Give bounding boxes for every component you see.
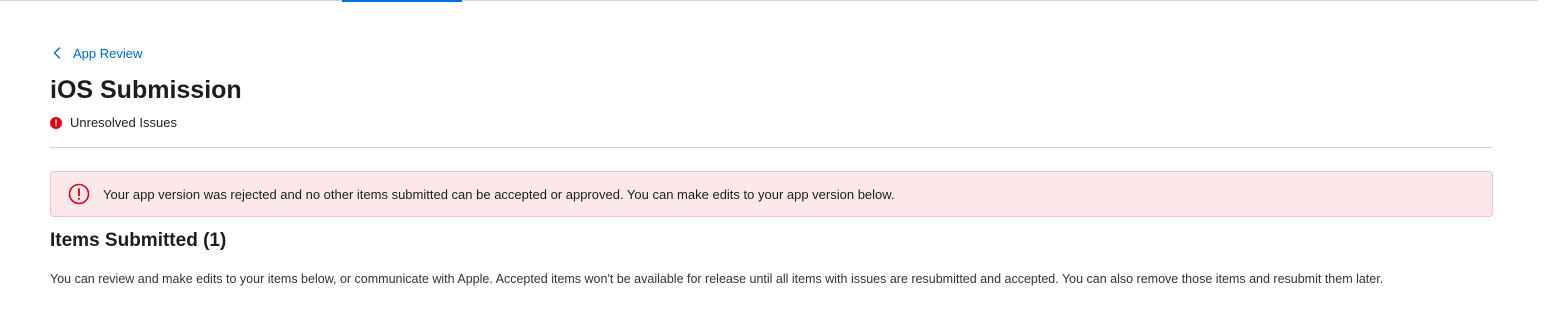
submission-status: ! Unresolved Issues [50, 115, 177, 130]
alert-circle-icon [68, 183, 90, 205]
error-icon: ! [50, 116, 62, 129]
rejection-alert-banner: Your app version was rejected and no oth… [50, 171, 1493, 217]
items-submitted-heading: Items Submitted (1) [50, 230, 227, 251]
alert-message: Your app version was rejected and no oth… [103, 186, 895, 202]
items-submitted-description: You can review and make edits to your it… [50, 272, 1384, 286]
page-title: iOS Submission [50, 76, 242, 104]
section-divider [50, 147, 1493, 148]
status-label: Unresolved Issues [70, 115, 177, 130]
breadcrumb-label[interactable]: App Review [73, 46, 142, 61]
top-nav-border [0, 0, 1538, 1]
active-tab-indicator [342, 0, 462, 2]
breadcrumb-back-link[interactable]: App Review [50, 45, 142, 61]
chevron-left-icon [50, 45, 64, 61]
